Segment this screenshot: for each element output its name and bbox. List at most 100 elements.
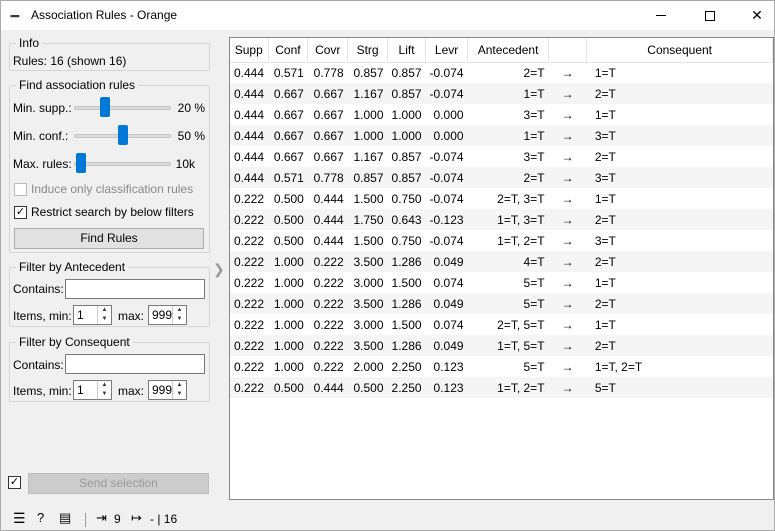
minimize-icon	[656, 15, 666, 16]
close-icon: ✕	[751, 7, 763, 23]
min-supp-slider-handle[interactable]	[100, 97, 111, 117]
rules-count-text: Rules: 16 (shown 16)	[13, 54, 127, 68]
cell-consequent: 1=T	[594, 275, 616, 290]
table-row[interactable]: 0.222 1.000 0.222 3.000 1.500 0.074 5=T → 1=T	[230, 272, 773, 293]
cell-levr: 0.074	[433, 275, 464, 290]
cell-strg: 1.000	[347, 125, 388, 146]
cell-supp: 0.222	[234, 275, 265, 290]
cell-strg: 0.500	[347, 377, 388, 398]
consequent-contains-input[interactable]	[65, 354, 205, 374]
cell-lift: 0.750	[391, 233, 422, 248]
cell-conf: 0.500	[273, 233, 304, 248]
cell-antecedent: 1=T, 2=T	[497, 233, 545, 248]
cell-antecedent: 2=T, 5=T	[497, 317, 545, 332]
cell-covr: 0.222	[313, 275, 344, 290]
maximize-button[interactable]	[687, 1, 733, 30]
cell-levr: -0.074	[429, 191, 464, 206]
app-window: ▪▪▪▪ Association Rules - Orange ✕ Info R…	[0, 0, 775, 531]
table-row[interactable]: 0.222 1.000 0.222 2.000 2.250 0.123 5=T → 1=T, 2…	[230, 356, 773, 377]
table-row[interactable]: 0.444 0.667 0.667 1.167 0.857 -0.074 3=T → 2=T	[230, 146, 773, 167]
table-row[interactable]: 0.222 0.500 0.444 1.500 0.750 -0.074 2=T, 3=T →…	[230, 188, 773, 209]
column-header-consequent[interactable]: Consequent	[586, 38, 773, 63]
cell-supp: 0.444	[234, 65, 265, 80]
table-row[interactable]: 0.444 0.667 0.667 1.167 0.857 -0.074 1=T → 2=T	[230, 83, 773, 104]
auto-send-checkbox[interactable]: ✓	[8, 476, 21, 489]
cell-consequent: 2=T	[586, 293, 773, 314]
rules-table-panel: Supp Conf Covr Strg Lift Levr Antecedent…	[229, 37, 774, 500]
table-row[interactable]: 0.444 0.571 0.778 0.857 0.857 -0.074 2=T → 3=T	[230, 167, 773, 188]
consequent-items-min-value: 1	[77, 383, 84, 397]
table-row[interactable]: 0.222 1.000 0.222 3.500 1.286 0.049 4=T → 2=T	[230, 251, 773, 272]
cell-arrow: →	[548, 251, 587, 272]
send-selection-button[interactable]: Send selection	[28, 473, 209, 494]
min-supp-slider[interactable]	[74, 106, 171, 110]
consequent-max-spinbox[interactable]: 999 ▲ ▼	[148, 380, 187, 400]
help-icon[interactable]: ?	[37, 510, 44, 525]
minimize-button[interactable]	[638, 1, 684, 30]
column-header-covr[interactable]: Covr	[307, 38, 349, 63]
column-header-arrow[interactable]	[548, 38, 588, 63]
spin-arrows-icon[interactable]: ▲ ▼	[97, 306, 111, 324]
column-header-levr[interactable]: Levr	[425, 38, 469, 63]
cell-lift: 0.857	[387, 83, 426, 104]
spin-arrows-icon[interactable]: ▲ ▼	[97, 381, 111, 399]
max-rules-slider-handle[interactable]	[75, 153, 86, 173]
column-header-supp[interactable]: Supp	[230, 38, 269, 63]
table-row[interactable]: 0.444 0.667 0.667 1.000 1.000 0.000 1=T → 3=T	[230, 125, 773, 146]
cell-levr: 0.049	[425, 293, 468, 314]
filter-antecedent-title: Filter by Antecedent	[16, 260, 129, 274]
spin-arrows-icon[interactable]: ▲ ▼	[172, 381, 186, 399]
table-row[interactable]: 0.222 0.500 0.444 1.500 0.750 -0.074 1=T, 2=T →…	[230, 230, 773, 251]
cell-strg: 1.167	[353, 149, 384, 164]
cell-consequent: 1=T	[594, 65, 616, 80]
cell-covr: 0.778	[307, 167, 348, 188]
table-row[interactable]: 0.222 0.500 0.444 0.500 2.250 0.123 1=T, 2=T → 5…	[230, 377, 773, 398]
cell-lift: 0.857	[391, 65, 422, 80]
cell-antecedent: 2=T, 3=T	[497, 191, 545, 206]
checkmark-icon: ✓	[9, 476, 20, 488]
menu-icon[interactable]: ☰	[13, 510, 26, 527]
find-rules-button[interactable]: Find Rules	[14, 228, 204, 249]
cell-supp: 0.444	[234, 107, 265, 122]
column-header-conf[interactable]: Conf	[268, 38, 309, 63]
filter-consequent-group: Filter by Consequent Contains: Items, mi…	[9, 335, 210, 402]
cell-antecedent: 1=T, 5=T	[467, 335, 549, 356]
cell-strg: 1.500	[353, 233, 384, 248]
antecedent-contains-input[interactable]	[65, 279, 205, 299]
cell-arrow: →	[561, 65, 574, 80]
column-header-antecedent[interactable]: Antecedent	[467, 38, 550, 63]
restrict-search-checkbox[interactable]: ✓	[14, 206, 27, 219]
antecedent-items-min-spinbox[interactable]: 1 ▲ ▼	[73, 305, 112, 325]
cell-antecedent: 1=T, 2=T	[467, 377, 549, 398]
cell-antecedent: 1=T	[467, 83, 549, 104]
cell-levr: 0.074	[433, 317, 464, 332]
cell-strg: 3.500	[347, 293, 388, 314]
table-row[interactable]: 0.222 1.000 0.222 3.000 1.500 0.074 2=T, 5=T → 1…	[230, 314, 773, 335]
column-header-strg[interactable]: Strg	[347, 38, 389, 63]
column-header-lift[interactable]: Lift	[387, 38, 427, 63]
splitter-chevron-icon[interactable]: ❯	[213, 261, 225, 278]
table-row[interactable]: 0.444 0.571 0.778 0.857 0.857 -0.074 2=T → 1=T	[230, 62, 773, 83]
table-row[interactable]: 0.222 1.000 0.222 3.500 1.286 0.049 1=T, 5=T → 2…	[230, 335, 773, 356]
max-rules-slider[interactable]	[74, 162, 171, 166]
close-button[interactable]: ✕	[734, 1, 775, 30]
cell-consequent: 1=T	[594, 317, 616, 332]
table-row[interactable]: 0.222 1.000 0.222 3.500 1.286 0.049 5=T → 2=T	[230, 293, 773, 314]
table-row[interactable]: 0.444 0.667 0.667 1.000 1.000 0.000 3=T → 1=T	[230, 104, 773, 125]
report-icon[interactable]: ▤	[59, 510, 71, 526]
cell-lift: 0.857	[391, 149, 422, 164]
cell-lift: 0.750	[391, 191, 422, 206]
spin-arrows-icon[interactable]: ▲ ▼	[172, 306, 186, 324]
cell-arrow: →	[548, 293, 587, 314]
antecedent-max-spinbox[interactable]: 999 ▲ ▼	[148, 305, 187, 325]
cell-antecedent: 1=T	[467, 125, 549, 146]
cell-covr: 0.444	[313, 191, 344, 206]
cell-covr: 0.222	[307, 251, 348, 272]
consequent-items-min-label: Items, min:	[13, 384, 72, 398]
consequent-items-min-spinbox[interactable]: 1 ▲ ▼	[73, 380, 112, 400]
status-separator	[85, 513, 86, 527]
induce-classification-checkbox[interactable]	[14, 183, 27, 196]
min-conf-slider-handle[interactable]	[117, 125, 128, 145]
table-row[interactable]: 0.222 0.500 0.444 1.750 0.643 -0.123 1=T, 3=T →…	[230, 209, 773, 230]
cell-covr: 0.667	[313, 107, 344, 122]
